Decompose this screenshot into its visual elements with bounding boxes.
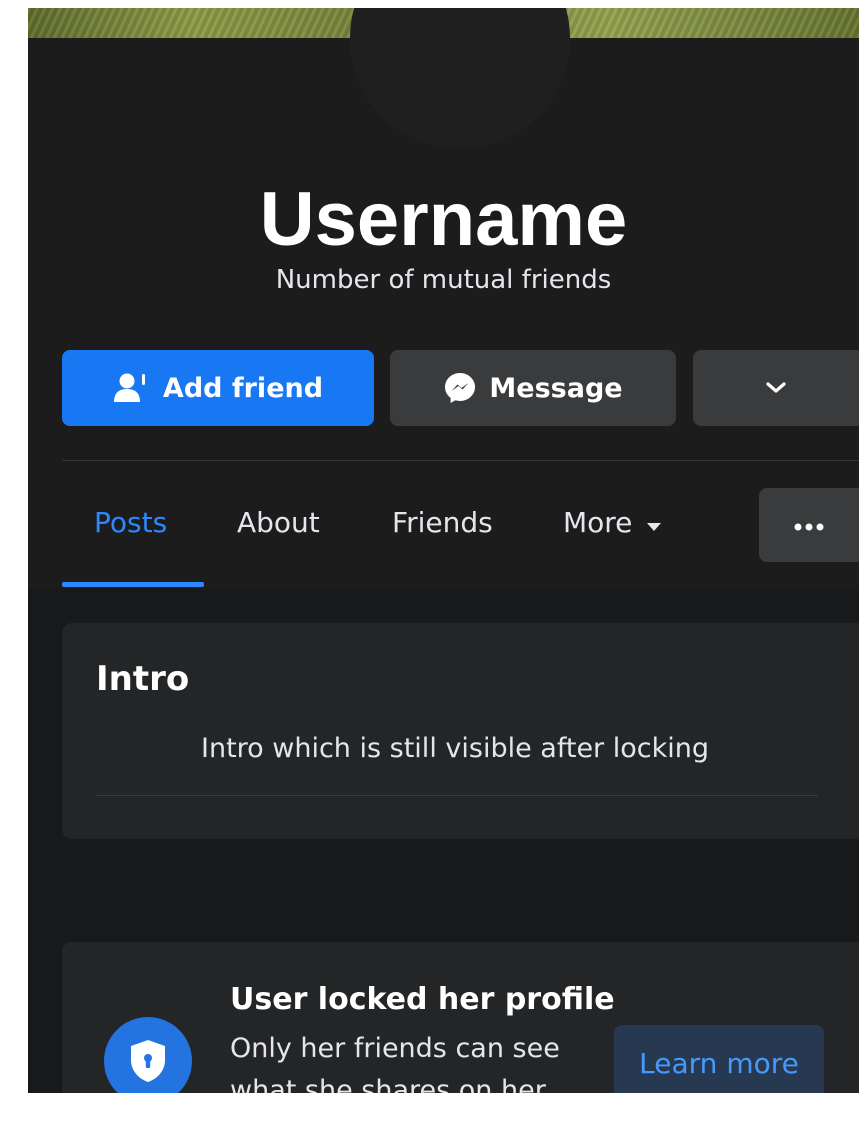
chevron-down-icon (765, 381, 787, 395)
add-friend-label: Add friend (162, 372, 324, 404)
message-button[interactable]: Message (390, 350, 676, 426)
locked-profile-description: Only her friends can see what she shares… (230, 1033, 560, 1093)
section-divider (62, 460, 859, 461)
tab-about[interactable]: About (237, 502, 320, 542)
person-add-icon (113, 372, 151, 404)
profile-avatar[interactable] (350, 8, 570, 148)
ellipsis-icon (794, 516, 824, 535)
intro-card: Intro Intro which is still visible after… (62, 623, 859, 839)
shield-lock-icon (104, 1017, 192, 1093)
caret-down-icon (646, 506, 662, 539)
messenger-icon (443, 371, 477, 405)
tab-friends[interactable]: Friends (392, 502, 493, 542)
active-tab-indicator (62, 582, 204, 587)
profile-screen: Username Number of mutual friends Add fr… (28, 8, 859, 1093)
intro-text: Intro which is still visible after locki… (201, 733, 709, 764)
mutual-friends-count[interactable]: Number of mutual friends (28, 265, 859, 295)
tab-more-label: More (563, 505, 633, 539)
profile-options-dropdown-button[interactable] (693, 350, 859, 426)
learn-more-button[interactable]: Learn more (614, 1025, 824, 1093)
tab-more[interactable]: More (563, 502, 662, 542)
tab-posts[interactable]: Posts (94, 502, 167, 542)
locked-profile-card: User locked her profile Only her friends… (62, 942, 859, 1093)
message-label: Message (489, 372, 623, 404)
locked-profile-title: User locked her profile (230, 982, 615, 1017)
add-friend-button[interactable]: Add friend (62, 350, 374, 426)
profile-options-button[interactable] (759, 488, 859, 562)
profile-username: Username (259, 177, 628, 262)
intro-divider (96, 795, 818, 796)
intro-title: Intro (96, 659, 190, 699)
